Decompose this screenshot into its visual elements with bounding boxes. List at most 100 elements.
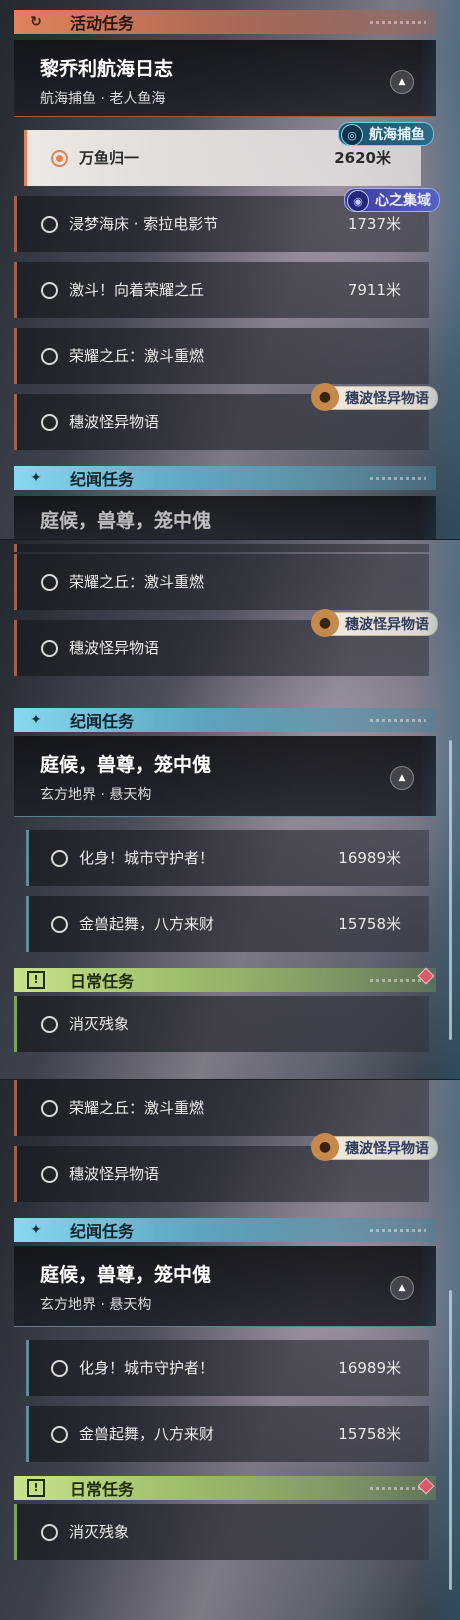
radio-icon[interactable] [41, 1524, 58, 1541]
fish-wave-icon: ◎ [341, 124, 363, 146]
quest-header-story[interactable]: 庭候，兽尊，笼中傀 玄方地界 · 悬天构 ▲ [14, 1246, 436, 1327]
exclamation-quest-icon: ! [14, 968, 58, 992]
section-header-daily[interactable]: ! 日常任务 [14, 968, 436, 992]
task-distance: 15758米 [338, 915, 401, 933]
quest-subtitle: 航海捕鱼 · 老人鱼海 [40, 91, 166, 107]
radio-icon[interactable] [41, 414, 58, 431]
radio-icon[interactable] [41, 574, 58, 591]
task-name: 消灭残象 [69, 1015, 130, 1033]
task-distance: 16989米 [338, 1359, 401, 1377]
scrollbar[interactable] [449, 740, 452, 1040]
radio-icon[interactable] [41, 216, 58, 233]
section-decoration [370, 718, 426, 722]
task-name: 穗波怪异物语 [69, 1165, 160, 1183]
quest-title: 庭候，兽尊，笼中傀 [40, 510, 212, 532]
task-row[interactable]: 荣耀之丘：激斗重燃 [14, 1080, 429, 1136]
task-name: 金兽起舞，八方来财 [79, 915, 215, 933]
task-distance: 2620米 [334, 149, 391, 167]
task-distance: 16989米 [338, 849, 401, 867]
task-name: 金兽起舞，八方来财 [79, 1425, 215, 1443]
quest-subtitle: 玄方地界 · 悬天构 [40, 1297, 152, 1313]
section-header-story[interactable]: ✦ 纪闻任务 [14, 466, 436, 490]
section-title: 纪闻任务 [70, 712, 135, 731]
task-row[interactable]: 金兽起舞，八方来财 15758米 [26, 1406, 429, 1462]
radio-icon[interactable] [41, 1100, 58, 1117]
task-row[interactable]: 化身！城市守护者！ 16989米 [26, 1340, 429, 1396]
tag-badge: ● 穗波怪异物语 [311, 1133, 438, 1161]
sparkle-quest-icon: ✦ [30, 470, 42, 486]
radio-icon[interactable] [51, 850, 68, 867]
collapse-chevron-up-icon[interactable]: ▲ [390, 766, 414, 790]
radio-icon[interactable] [41, 282, 58, 299]
task-row-partial [14, 544, 429, 552]
task-name: 激斗！向着荣耀之丘 [69, 281, 205, 299]
tag-label: 航海捕鱼 [369, 127, 425, 143]
collapse-chevron-up-icon[interactable]: ▲ [390, 1276, 414, 1300]
task-name: 万鱼归一 [79, 149, 140, 167]
task-name: 荣耀之丘：激斗重燃 [69, 573, 205, 591]
task-name: 穗波怪异物语 [69, 413, 160, 431]
task-name: 穗波怪异物语 [69, 639, 160, 657]
radio-icon[interactable] [41, 1166, 58, 1183]
section-title: 纪闻任务 [70, 470, 135, 489]
task-distance: 7911米 [347, 281, 401, 299]
task-row[interactable]: 荣耀之丘：激斗重燃 [14, 554, 429, 610]
task-row[interactable]: 激斗！向着荣耀之丘 7911米 [14, 262, 429, 318]
quest-header-activity[interactable]: 黎乔利航海日志 航海捕鱼 · 老人鱼海 ▲ [14, 40, 436, 117]
tag-label: 穗波怪异物语 [345, 391, 429, 407]
tag-badge: ● 穗波怪异物语 [311, 609, 438, 637]
alert-diamond-icon [417, 967, 435, 985]
section-header-activity[interactable]: ↻ 活动任务 [14, 10, 436, 34]
capybara-mascot-icon: ● [311, 383, 339, 411]
section-title: 纪闻任务 [70, 1222, 135, 1241]
section-decoration [370, 476, 426, 480]
radio-icon[interactable] [41, 1016, 58, 1033]
quest-panel-view-3: 荣耀之丘：激斗重燃 穗波怪异物语 ● 穗波怪异物语 ✦ 纪闻任务 庭候，兽尊，笼… [0, 1080, 460, 1620]
task-name: 荣耀之丘：激斗重燃 [69, 1099, 205, 1117]
task-name: 荣耀之丘：激斗重燃 [69, 347, 205, 365]
task-row[interactable]: 消灭残象 [14, 1504, 429, 1560]
section-header-daily[interactable]: ! 日常任务 [14, 1476, 436, 1500]
task-name: 消灭残象 [69, 1523, 130, 1541]
section-header-story[interactable]: ✦ 纪闻任务 [14, 708, 436, 732]
quest-header-story-partial[interactable]: 庭候，兽尊，笼中傀 [14, 496, 436, 540]
alert-diamond-icon [417, 1477, 435, 1495]
task-name: 浸梦海床 · 索拉电影节 [69, 215, 219, 233]
swirl-icon: ◉ [347, 190, 369, 212]
task-row[interactable]: 化身！城市守护者！ 16989米 [26, 830, 429, 886]
collapse-chevron-up-icon[interactable]: ▲ [390, 70, 414, 94]
quest-title: 黎乔利航海日志 [40, 58, 174, 80]
section-title: 活动任务 [70, 14, 135, 33]
radio-selected-icon[interactable] [51, 150, 68, 167]
tag-label: 穗波怪异物语 [345, 1141, 429, 1157]
section-header-story[interactable]: ✦ 纪闻任务 [14, 1218, 436, 1242]
tag-label: 心之集域 [375, 193, 431, 209]
radio-icon[interactable] [41, 640, 58, 657]
tag-label: 穗波怪异物语 [345, 617, 429, 633]
refresh-quest-icon: ↻ [30, 14, 42, 30]
radio-icon[interactable] [51, 1426, 68, 1443]
task-distance: 15758米 [338, 1425, 401, 1443]
quest-title: 庭候，兽尊，笼中傀 [40, 754, 212, 776]
radio-icon[interactable] [51, 916, 68, 933]
task-row[interactable]: 金兽起舞，八方来财 15758米 [26, 896, 429, 952]
radio-icon[interactable] [51, 1360, 68, 1377]
radio-icon[interactable] [41, 348, 58, 365]
scrollbar[interactable] [449, 1290, 452, 1590]
sparkle-quest-icon: ✦ [30, 1222, 42, 1238]
task-name: 化身！城市守护者！ [79, 849, 215, 867]
quest-title: 庭候，兽尊，笼中傀 [40, 1264, 212, 1286]
task-distance: 1737米 [347, 215, 401, 233]
tag-badge: ◎ 航海捕鱼 [338, 122, 434, 146]
quest-panel-view-1: ↻ 活动任务 黎乔利航海日志 航海捕鱼 · 老人鱼海 ▲ 万鱼归一 2620米 … [0, 0, 460, 540]
sparkle-quest-icon: ✦ [30, 712, 42, 728]
section-decoration [370, 978, 426, 982]
capybara-mascot-icon: ● [311, 609, 339, 637]
section-title: 日常任务 [70, 972, 135, 991]
section-decoration [370, 20, 426, 24]
quest-header-story[interactable]: 庭候，兽尊，笼中傀 玄方地界 · 悬天构 ▲ [14, 736, 436, 817]
task-row[interactable]: 荣耀之丘：激斗重燃 [14, 328, 429, 384]
section-decoration [370, 1228, 426, 1232]
task-row[interactable]: 消灭残象 [14, 996, 429, 1052]
task-name: 化身！城市守护者！ [79, 1359, 215, 1377]
